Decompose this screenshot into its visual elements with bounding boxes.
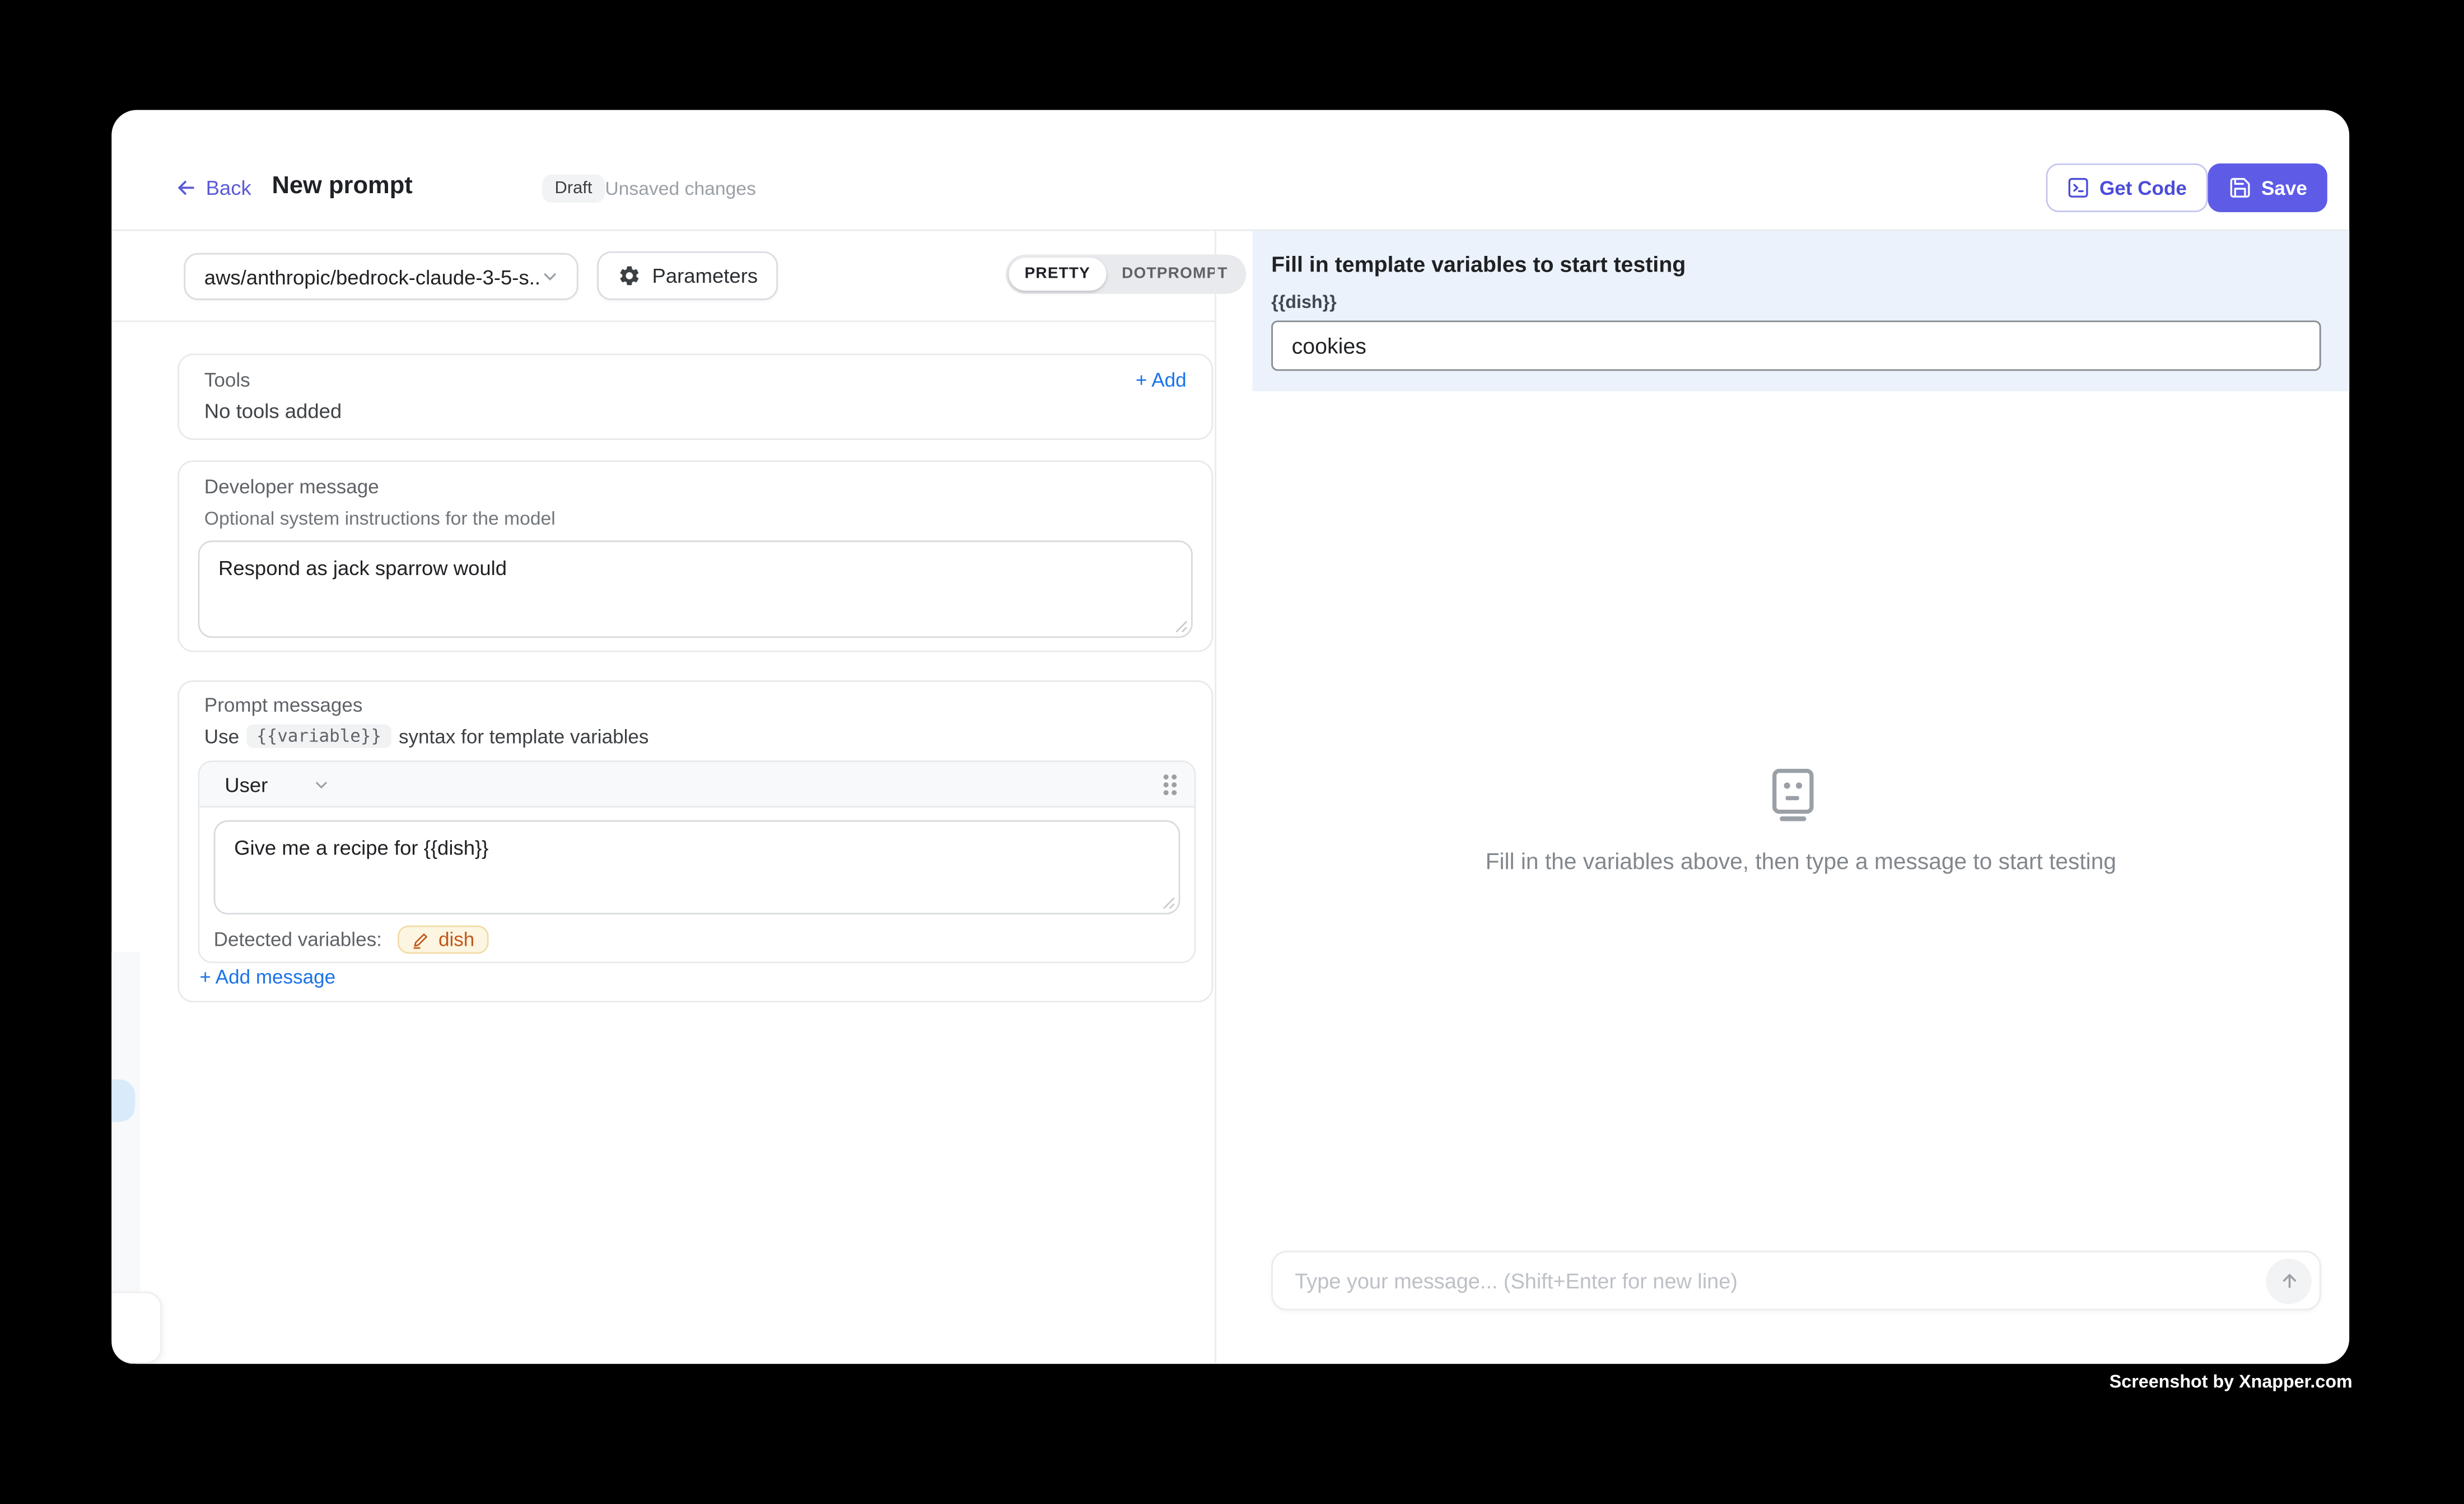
- developer-message-title: Developer message: [204, 476, 1193, 498]
- parameters-button[interactable]: Parameters: [597, 251, 778, 300]
- variable-chip-label: dish: [438, 928, 474, 950]
- variable-name-label: {{dish}}: [1271, 294, 1337, 313]
- developer-message-textarea[interactable]: Respond as jack sparrow would: [198, 540, 1193, 638]
- back-label: Back: [206, 175, 251, 199]
- prompt-messages-card: Prompt messages Use {{variable}} syntax …: [178, 680, 1213, 1002]
- hint-prefix: Use: [204, 725, 239, 747]
- toggle-pretty[interactable]: PRETTY: [1009, 258, 1107, 291]
- variable-syntax-chip: {{variable}}: [247, 725, 391, 748]
- prompt-messages-title: Prompt messages: [204, 694, 1193, 716]
- back-arrow-icon: [174, 175, 198, 199]
- screenshot-stage: Back New prompt Draft Unsaved changes Ge…: [0, 0, 2464, 1503]
- tools-title: Tools: [204, 369, 250, 391]
- variable-chip-dish[interactable]: dish: [398, 926, 489, 954]
- variables-panel: Fill in template variables to start test…: [1252, 231, 2349, 391]
- chevron-down-icon: [539, 265, 561, 287]
- save-label: Save: [2261, 177, 2307, 199]
- drag-handle-icon[interactable]: [1161, 772, 1179, 796]
- gear-icon: [618, 264, 641, 287]
- chevron-down-icon: [312, 774, 332, 794]
- toggle-dotprompt[interactable]: DOTPROMPT: [1106, 258, 1244, 291]
- add-tool-button[interactable]: + Add: [1136, 369, 1187, 391]
- message-block: User Give me a recipe for {{dish}} Detec…: [198, 760, 1196, 963]
- terminal-code-icon: [2066, 176, 2090, 199]
- save-button[interactable]: Save: [2208, 164, 2328, 212]
- get-code-button[interactable]: Get Code: [2046, 164, 2208, 212]
- page-title: New prompt: [272, 173, 412, 202]
- edit-pencil-icon: [412, 931, 429, 949]
- tools-card: Tools + Add No tools added: [178, 353, 1213, 440]
- send-button[interactable]: [2266, 1258, 2311, 1303]
- chat-input-bar: [1271, 1251, 2321, 1311]
- chat-message-input[interactable]: [1273, 1269, 2266, 1292]
- empty-state-text: Fill in the variables above, then type a…: [1252, 850, 2349, 875]
- message-textarea[interactable]: Give me a recipe for {{dish}}: [214, 820, 1180, 914]
- variable-value-input[interactable]: [1271, 320, 2321, 371]
- parameters-label: Parameters: [652, 264, 758, 287]
- watermark-text: Screenshot by Xnapper.com: [2110, 1374, 2353, 1393]
- hint-suffix: syntax for template variables: [399, 725, 648, 747]
- scroll-thumb: [111, 1080, 135, 1122]
- get-code-label: Get Code: [2099, 177, 2187, 199]
- app-window: Back New prompt Draft Unsaved changes Ge…: [111, 110, 2349, 1363]
- save-floppy-icon: [2228, 176, 2252, 199]
- robot-face-icon: [1771, 768, 1815, 821]
- format-toggle: PRETTY DOTPROMPT: [1006, 255, 1247, 294]
- model-select[interactable]: aws/anthropic/bedrock-claude-3-5-s...: [184, 253, 578, 300]
- corner-panel: [111, 1292, 162, 1364]
- tools-empty-text: No tools added: [204, 399, 1187, 423]
- role-select-value: User: [225, 772, 268, 796]
- status-badge: Draft: [542, 174, 605, 203]
- detected-variables-label: Detected variables:: [214, 928, 382, 950]
- role-select[interactable]: User: [225, 772, 332, 796]
- panel-divider: [1215, 230, 1216, 1364]
- variables-panel-title: Fill in template variables to start test…: [1271, 251, 1686, 277]
- model-select-value: aws/anthropic/bedrock-claude-3-5-s...: [204, 265, 539, 288]
- developer-message-subtitle: Optional system instructions for the mod…: [204, 507, 1193, 529]
- toolbar-divider: [111, 320, 1215, 322]
- back-button[interactable]: Back: [174, 165, 251, 209]
- add-message-button[interactable]: + Add message: [199, 966, 335, 988]
- message-header: User: [199, 762, 1194, 807]
- arrow-up-icon: [2278, 1269, 2299, 1291]
- developer-message-card: Developer message Optional system instru…: [178, 460, 1213, 652]
- unsaved-changes-text: Unsaved changes: [605, 178, 756, 199]
